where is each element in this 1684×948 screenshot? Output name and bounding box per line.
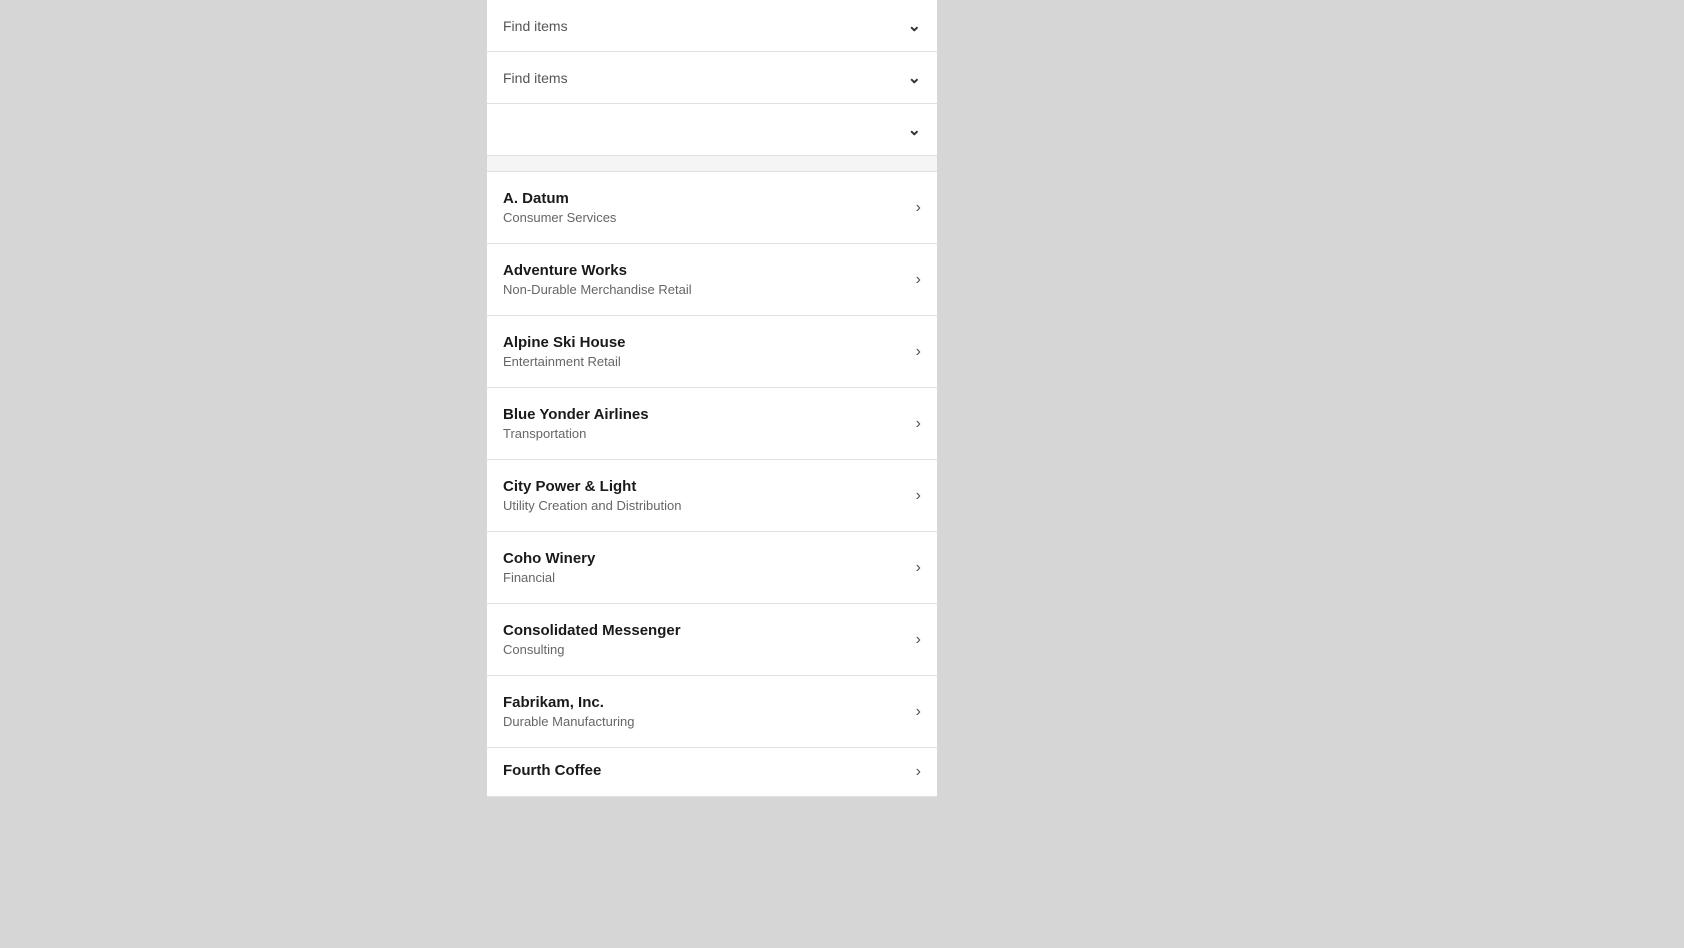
find-items-label-1: Find items xyxy=(503,18,568,34)
chevron-down-icon-1: ⌄ xyxy=(908,16,921,36)
list-item-city-power-light-subtitle: Utility Creation and Distribution xyxy=(503,498,908,513)
list-item-fabrikam[interactable]: Fabrikam, Inc. Durable Manufacturing › xyxy=(487,676,937,748)
list-item-blue-yonder-airlines-subtitle: Transportation xyxy=(503,426,908,441)
list-item-consolidated-messenger-subtitle: Consulting xyxy=(503,642,908,657)
list-item-fabrikam-subtitle: Durable Manufacturing xyxy=(503,714,908,729)
chevron-right-icon-2: › xyxy=(916,343,921,361)
list-item-fourth-coffee[interactable]: Fourth Coffee › xyxy=(487,748,937,797)
chevron-down-icon-2: ⌄ xyxy=(908,68,921,88)
list-item-fabrikam-title: Fabrikam, Inc. xyxy=(503,694,908,711)
list-item-adventure-works[interactable]: Adventure Works Non-Durable Merchandise … xyxy=(487,244,937,316)
list-item-a-datum-subtitle: Consumer Services xyxy=(503,210,908,225)
list-item-a-datum[interactable]: A. Datum Consumer Services › xyxy=(487,172,937,244)
list-item-coho-winery-content: Coho Winery Financial xyxy=(503,550,908,585)
list-item-blue-yonder-airlines-title: Blue Yonder Airlines xyxy=(503,406,908,423)
chevron-down-icon-3: ⌄ xyxy=(908,120,921,140)
list-item-blue-yonder-airlines-content: Blue Yonder Airlines Transportation xyxy=(503,406,908,441)
chevron-right-icon-7: › xyxy=(916,703,921,721)
list-item-coho-winery[interactable]: Coho Winery Financial › xyxy=(487,532,937,604)
list-item-fourth-coffee-title: Fourth Coffee xyxy=(503,762,908,779)
chevron-right-icon-8: › xyxy=(916,763,921,781)
list-item-adventure-works-content: Adventure Works Non-Durable Merchandise … xyxy=(503,262,908,297)
find-items-label-2: Find items xyxy=(503,70,568,86)
chevron-right-icon-5: › xyxy=(916,559,921,577)
list-item-alpine-ski-house-title: Alpine Ski House xyxy=(503,334,908,351)
main-panel: Find items ⌄ Find items ⌄ ⌄ A. Datum Con… xyxy=(487,0,937,797)
chevron-right-icon-6: › xyxy=(916,631,921,649)
list-item-adventure-works-title: Adventure Works xyxy=(503,262,908,279)
list-item-alpine-ski-house[interactable]: Alpine Ski House Entertainment Retail › xyxy=(487,316,937,388)
list-item-blue-yonder-airlines[interactable]: Blue Yonder Airlines Transportation › xyxy=(487,388,937,460)
list-item-a-datum-content: A. Datum Consumer Services xyxy=(503,190,908,225)
empty-dropdown-3[interactable]: ⌄ xyxy=(487,104,937,156)
chevron-right-icon-4: › xyxy=(916,487,921,505)
list-item-alpine-ski-house-subtitle: Entertainment Retail xyxy=(503,354,908,369)
find-items-dropdown-2[interactable]: Find items ⌄ xyxy=(487,52,937,104)
list-item-city-power-light-title: City Power & Light xyxy=(503,478,908,495)
list-spacer xyxy=(487,156,937,172)
list-item-consolidated-messenger-title: Consolidated Messenger xyxy=(503,622,908,639)
find-items-dropdown-1[interactable]: Find items ⌄ xyxy=(487,0,937,52)
list-item-coho-winery-title: Coho Winery xyxy=(503,550,908,567)
chevron-right-icon-3: › xyxy=(916,415,921,433)
list-item-consolidated-messenger[interactable]: Consolidated Messenger Consulting › xyxy=(487,604,937,676)
list-item-coho-winery-subtitle: Financial xyxy=(503,570,908,585)
list-item-adventure-works-subtitle: Non-Durable Merchandise Retail xyxy=(503,282,908,297)
list-item-city-power-light-content: City Power & Light Utility Creation and … xyxy=(503,478,908,513)
list-item-consolidated-messenger-content: Consolidated Messenger Consulting xyxy=(503,622,908,657)
list-item-city-power-light[interactable]: City Power & Light Utility Creation and … xyxy=(487,460,937,532)
list-item-a-datum-title: A. Datum xyxy=(503,190,908,207)
list-item-fabrikam-content: Fabrikam, Inc. Durable Manufacturing xyxy=(503,694,908,729)
chevron-right-icon-1: › xyxy=(916,271,921,289)
list-item-alpine-ski-house-content: Alpine Ski House Entertainment Retail xyxy=(503,334,908,369)
chevron-right-icon-0: › xyxy=(916,199,921,217)
list-item-fourth-coffee-content: Fourth Coffee xyxy=(503,762,908,782)
